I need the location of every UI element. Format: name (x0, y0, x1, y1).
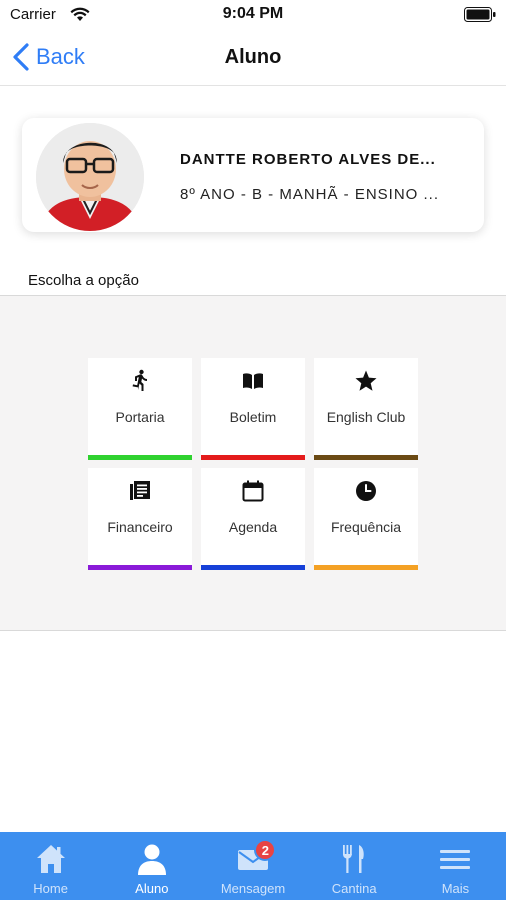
status-bar: Carrier 9:04 PM (0, 0, 506, 30)
option-label: Financeiro (107, 519, 173, 535)
option-frequencia[interactable]: Frequência (314, 468, 418, 570)
tab-label: Home (33, 881, 68, 896)
student-card[interactable]: DANTTE ROBERTO ALVES DE... 8º ANO - B - … (22, 118, 484, 232)
student-avatar (36, 123, 144, 231)
walking-person-icon (132, 369, 147, 391)
tab-bar: Home Aluno 2 Mensagem Cantina Mais (0, 832, 506, 900)
option-label: Agenda (228, 519, 278, 535)
open-book-icon (243, 373, 263, 389)
option-color-bar (201, 455, 305, 460)
student-photo (36, 123, 144, 231)
home-icon (36, 845, 65, 873)
options-grid: Portaria Boletim English Club Financeiro… (0, 295, 506, 631)
student-name: DANTTE ROBERTO ALVES DE... (180, 151, 436, 168)
clock-icon (356, 481, 376, 501)
fork-knife-icon (343, 845, 364, 873)
ledger-icon (130, 481, 150, 500)
option-agenda[interactable]: Agenda (201, 468, 305, 570)
option-label: Portaria (115, 409, 165, 425)
navigation-bar: Back Aluno (0, 30, 506, 86)
option-color-bar (201, 565, 305, 570)
choose-option-label: Escolha a opção (28, 272, 139, 289)
tab-mais[interactable]: Mais (405, 832, 506, 900)
tab-label: Mais (441, 881, 470, 896)
option-portaria[interactable]: Portaria (88, 358, 192, 460)
tab-cantina[interactable]: Cantina (304, 832, 405, 900)
option-color-bar (314, 455, 418, 460)
star-icon (355, 370, 377, 391)
tab-aluno[interactable]: Aluno (101, 832, 202, 900)
person-icon (137, 844, 166, 875)
option-color-bar (88, 455, 192, 460)
tab-home[interactable]: Home (0, 832, 101, 900)
option-financeiro[interactable]: Financeiro (88, 468, 192, 570)
option-color-bar (314, 565, 418, 570)
option-boletim[interactable]: Boletim (201, 358, 305, 460)
battery-icon (464, 7, 496, 22)
tab-label: Cantina (331, 881, 377, 896)
option-label: English Club (326, 409, 406, 425)
status-time: 9:04 PM (222, 5, 284, 22)
tab-label: Aluno (135, 881, 169, 896)
calendar-icon (242, 480, 264, 502)
option-color-bar (88, 565, 192, 570)
option-label: Frequência (330, 519, 402, 535)
menu-icon (440, 850, 471, 869)
page-title: Aluno (224, 46, 282, 68)
option-english-club[interactable]: English Club (314, 358, 418, 460)
tab-mensagem[interactable]: 2 Mensagem (202, 832, 303, 900)
option-label: Boletim (229, 409, 277, 425)
student-class-info: 8º ANO - B - MANHÃ - ENSINO ... (180, 186, 440, 203)
tab-label: Mensagem (220, 881, 286, 896)
